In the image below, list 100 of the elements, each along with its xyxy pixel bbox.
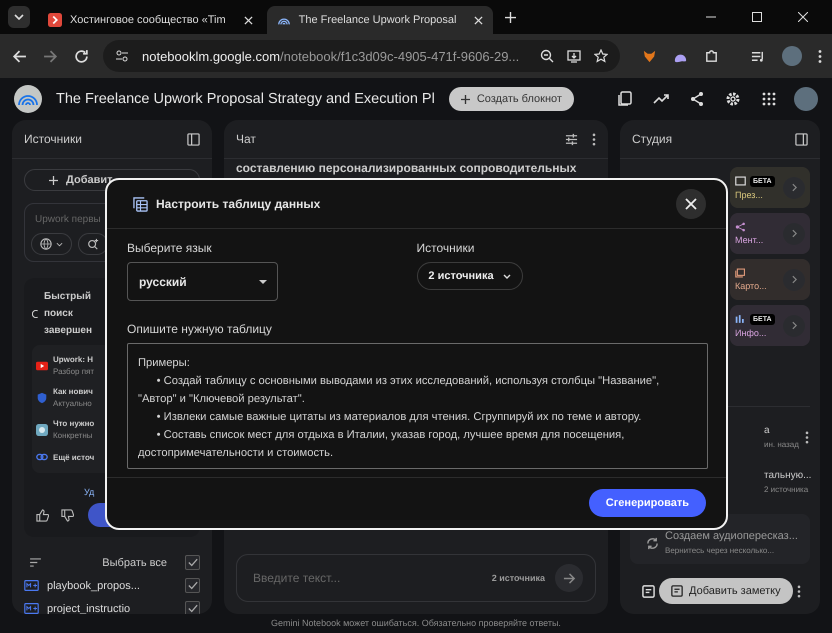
result-snippet: Конкретны — [53, 431, 94, 440]
select-all-checkbox[interactable] — [185, 555, 200, 570]
shield-icon — [36, 392, 48, 404]
browser-tab[interactable]: Хостинговое сообщество «Tim — [38, 6, 263, 34]
note-meta: 2 источника — [764, 484, 810, 494]
thumbs-up-icon[interactable] — [36, 508, 49, 522]
result-title[interactable]: Upwork: H — [53, 355, 94, 364]
note-title[interactable]: Создаем аудиопересказ... — [665, 530, 798, 544]
note-meta: ин. назад — [764, 440, 799, 450]
close-icon[interactable] — [474, 16, 484, 24]
zoom-icon[interactable] — [540, 49, 554, 63]
close-icon[interactable] — [798, 12, 808, 22]
source-checkbox[interactable] — [185, 601, 200, 614]
studio-tile[interactable]: Мент... — [730, 213, 810, 254]
star-icon[interactable] — [594, 49, 608, 63]
note-meta: Вернитесь через несколько... — [665, 546, 776, 556]
source-name[interactable]: project_instructio — [47, 602, 177, 614]
panel-toggle-icon[interactable] — [795, 132, 808, 146]
bar-chart-icon — [735, 314, 746, 324]
chevron-icon — [792, 321, 796, 330]
search-field[interactable]: Upwork первы — [31, 214, 135, 225]
chevron-icon — [792, 229, 796, 238]
caret-icon — [14, 14, 24, 20]
fox-extension-icon[interactable] — [642, 48, 658, 64]
check-icon — [188, 581, 198, 590]
more-icon[interactable] — [592, 132, 596, 146]
note-title[interactable]: тальную... — [764, 470, 812, 482]
tile-label: През... — [735, 190, 764, 200]
mind-map-icon — [735, 222, 746, 232]
browser-tab[interactable]: The Freelance Upwork Proposal — [266, 6, 494, 34]
more-icon[interactable] — [796, 584, 801, 598]
panel-toggle-icon[interactable] — [187, 132, 200, 146]
address-bar[interactable]: notebooklm.google.com/notebook/f1c3d09c-4905-471f-9606-29... — [103, 40, 620, 72]
more-sources-link[interactable]: Ещё источ — [53, 452, 94, 462]
file-icon — [24, 580, 39, 591]
arrow-icon — [562, 572, 576, 584]
tile-label: Мент... — [735, 235, 764, 245]
puzzle-icon[interactable] — [704, 48, 720, 64]
select-all-label: Выбрать все — [102, 556, 167, 568]
generate-button[interactable]: Сгенерировать — [588, 489, 706, 517]
tune-icon[interactable] — [565, 132, 578, 146]
plus-icon — [460, 94, 470, 104]
reload-icon[interactable] — [74, 48, 89, 64]
maximize-icon[interactable] — [752, 12, 762, 22]
panel-title: Чат — [236, 132, 256, 146]
forward-icon[interactable] — [43, 48, 58, 64]
copy-icon[interactable] — [617, 91, 633, 107]
source-count: 2 источника — [492, 573, 545, 583]
site-icon — [36, 424, 48, 436]
install-icon[interactable] — [567, 49, 582, 63]
tile-label: Карто... — [735, 281, 768, 291]
thumbs-down-icon[interactable] — [61, 508, 74, 522]
new-tab-icon[interactable] — [505, 12, 516, 22]
close-button[interactable] — [676, 189, 706, 219]
result-snippet: Разбор пят — [53, 367, 94, 376]
apps-grid-icon[interactable] — [761, 91, 777, 107]
caret-icon — [56, 242, 63, 246]
note-title[interactable]: а — [764, 425, 799, 437]
sources-dropdown[interactable]: 2 источника — [416, 262, 522, 290]
sort-icon[interactable] — [30, 558, 41, 567]
chat-message: составлению персонализированных сопроводительных — [236, 161, 578, 175]
profile-avatar[interactable] — [782, 46, 802, 66]
site-settings-icon[interactable] — [115, 49, 129, 63]
link-icon — [36, 451, 48, 463]
chevron-icon — [792, 183, 796, 192]
notebook-logo-icon[interactable] — [14, 85, 42, 113]
plus-icon — [49, 176, 58, 184]
more-icon[interactable] — [804, 430, 809, 444]
chat-input-field[interactable]: Введите текст... — [253, 571, 482, 585]
web-source-dropdown[interactable] — [31, 233, 72, 255]
note-icon — [671, 585, 683, 597]
studio-tile[interactable]: Карто... — [730, 259, 810, 300]
site-favicon-icon — [48, 13, 62, 27]
send-button[interactable] — [555, 564, 583, 592]
tab-search-button[interactable] — [8, 6, 30, 28]
sync-icon — [646, 536, 659, 550]
description-field[interactable]: Примеры: • Создай таблицу с основными выводами из этих исследований, используя столбцы "Название", "Автор" и "Ключевой результат". • Извлеки самые важные цитаты из материалов для чтения. Сгруппируй их по теме и автору. • Составь список мест для отдыха в Италии, указав город, лучшее время для посещения, достопримечательности и стоимость. — [127, 343, 708, 469]
back-icon[interactable] — [12, 48, 27, 64]
globe-icon — [40, 238, 52, 250]
share-icon[interactable] — [689, 91, 705, 107]
table-icon — [133, 196, 148, 212]
account-avatar[interactable] — [794, 87, 818, 111]
slides-icon — [735, 176, 746, 186]
source-name[interactable]: playbook_propos... — [47, 580, 177, 592]
menu-icon[interactable] — [818, 48, 822, 64]
source-checkbox[interactable] — [185, 578, 200, 593]
result-title[interactable]: Как нович — [53, 387, 93, 396]
result-title[interactable]: Что нужно — [53, 419, 94, 428]
language-select[interactable]: русский — [127, 262, 278, 301]
close-icon[interactable] — [244, 16, 253, 24]
check-icon — [188, 604, 198, 613]
field-label: Источники — [416, 241, 476, 255]
add-note-button[interactable]: Добавить заметку — [659, 578, 793, 604]
chevron-icon — [502, 274, 511, 278]
settings-icon[interactable] — [725, 91, 741, 107]
create-notebook-button[interactable]: Создать блокнот — [448, 87, 574, 111]
notebook-title[interactable]: The Freelance Upwork Proposal Strategy and Execution Pl — [56, 91, 435, 107]
panel-title: Студия — [632, 132, 672, 146]
disclaimer-text: Gemini Notebook может ошибаться. Обязательно проверяйте ответы. — [270, 617, 562, 630]
note-icon[interactable] — [642, 584, 655, 598]
